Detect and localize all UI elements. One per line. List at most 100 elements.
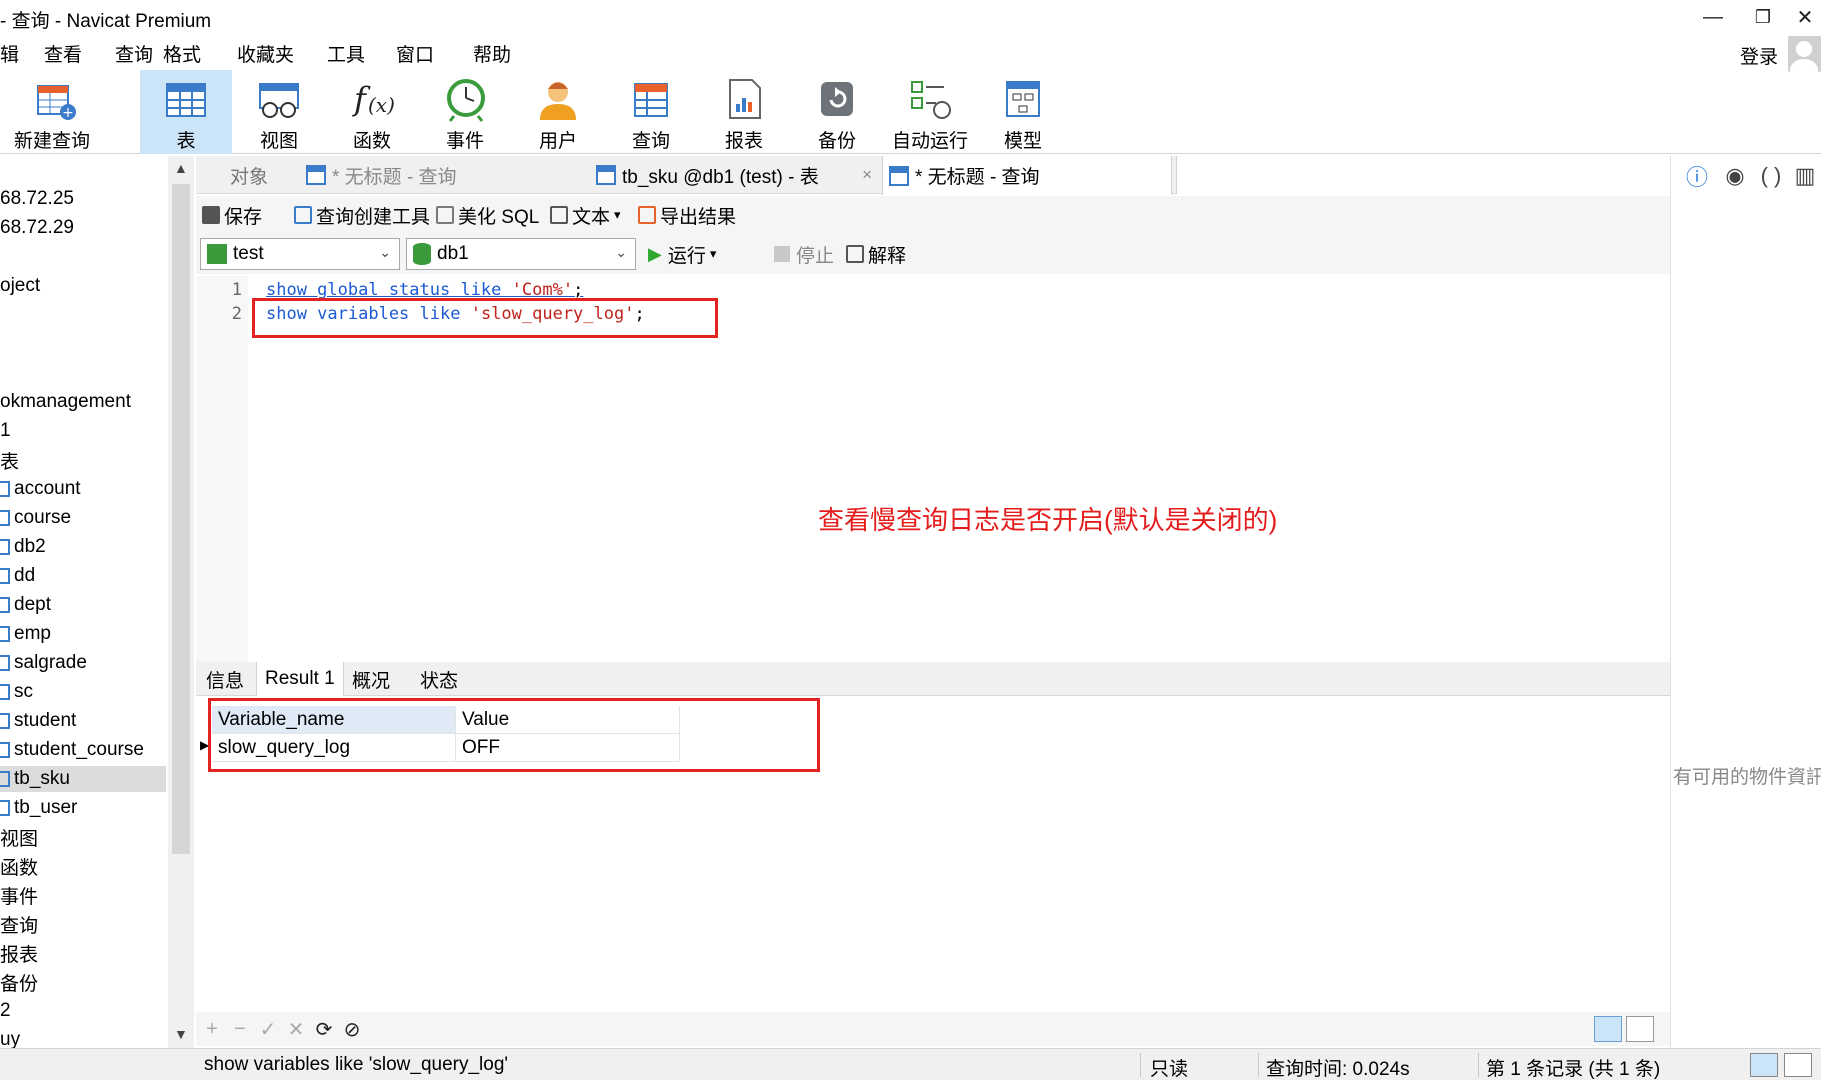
- tool-event[interactable]: 事件: [419, 70, 511, 154]
- tab-objects[interactable]: 对象: [230, 156, 268, 194]
- tool-automation[interactable]: 自动运行: [884, 70, 976, 154]
- status-divider: [1258, 1053, 1259, 1077]
- svg-text:+: +: [62, 105, 74, 121]
- tool-table[interactable]: 表: [140, 70, 232, 154]
- tree-item[interactable]: 表: [0, 447, 19, 473]
- menu-help[interactable]: 帮助: [473, 40, 511, 67]
- table-icon: [0, 568, 10, 584]
- run-button[interactable]: ▶ 运行 ▾: [648, 234, 716, 274]
- export-results-button[interactable]: 导出结果: [638, 196, 736, 234]
- tab-query-untitled[interactable]: * 无标题 - 查询: [300, 156, 457, 194]
- tree-item[interactable]: okmanagement: [0, 389, 131, 415]
- tree-item[interactable]: 2: [0, 998, 11, 1024]
- tool-user[interactable]: 用户: [512, 70, 604, 154]
- tab-label: tb_sku @db1 (test) - 表: [622, 166, 819, 188]
- menu-edit[interactable]: 辑: [0, 40, 19, 67]
- tree-item-table[interactable]: sc: [0, 679, 33, 705]
- menu-tools[interactable]: 工具: [327, 40, 365, 67]
- tab-query-active[interactable]: * 无标题 - 查询: [882, 156, 1172, 195]
- eye-icon[interactable]: ◉: [1721, 162, 1749, 190]
- parens-icon[interactable]: ( ): [1757, 162, 1785, 190]
- builder-label: 查询创建工具: [316, 206, 431, 228]
- tool-query[interactable]: 查询: [605, 70, 697, 154]
- tab-table-tb-sku[interactable]: tb_sku @db1 (test) - 表 ×: [590, 156, 880, 194]
- tree-item-table[interactable]: dept: [0, 592, 51, 618]
- tree-item-table[interactable]: student_course: [0, 737, 144, 763]
- refresh-button[interactable]: ⟳: [310, 1012, 338, 1046]
- menu-query[interactable]: 查询: [115, 40, 153, 67]
- new-query-button[interactable]: + 新建查询: [6, 70, 98, 154]
- tab-info[interactable]: 信息: [206, 662, 244, 696]
- tree-item-table[interactable]: dd: [0, 563, 35, 589]
- query-builder-button[interactable]: 查询创建工具: [294, 196, 430, 234]
- tool-function[interactable]: f (x) 函数: [326, 70, 418, 154]
- discard-changes-button[interactable]: ✕: [282, 1012, 310, 1046]
- tree-item[interactable]: 函数: [0, 853, 38, 879]
- tool-automation-label: 自动运行: [891, 131, 968, 152]
- database-select[interactable]: db1 ⌄: [406, 238, 636, 270]
- tool-model[interactable]: 模型: [977, 70, 1069, 154]
- view-icon: [259, 83, 299, 118]
- explain-label: 解释: [868, 245, 907, 267]
- table-name: student: [14, 710, 77, 731]
- delete-record-button[interactable]: −: [226, 1012, 254, 1046]
- table-name: dept: [14, 594, 51, 615]
- tool-report[interactable]: 报表: [698, 70, 790, 154]
- panel-icon[interactable]: ▥: [1791, 162, 1819, 190]
- tree-item-table[interactable]: student: [0, 708, 76, 734]
- connection-select[interactable]: test ⌄: [200, 238, 400, 270]
- table-name: course: [14, 507, 72, 528]
- layout-left-icon[interactable]: [1750, 1053, 1778, 1077]
- grid-view-icon[interactable]: [1594, 1016, 1622, 1042]
- beautify-sql-button[interactable]: 美化 SQL: [436, 196, 539, 234]
- scroll-up-icon[interactable]: ▲: [174, 160, 188, 176]
- menu-view[interactable]: 查看: [44, 40, 82, 67]
- menu-format[interactable]: 格式: [163, 40, 201, 67]
- tab-profile[interactable]: 概况: [352, 662, 390, 696]
- tree-item[interactable]: 1: [0, 418, 11, 444]
- close-button[interactable]: ✕: [1775, 0, 1821, 34]
- tree-item[interactable]: 查询: [0, 911, 38, 937]
- tree-item[interactable]: 备份: [0, 969, 38, 995]
- save-button[interactable]: 保存: [202, 196, 262, 234]
- status-records: 第 1 条记录 (共 1 条): [1486, 1059, 1661, 1080]
- form-view-icon[interactable]: [1626, 1016, 1654, 1042]
- tree-item[interactable]: 事件: [0, 882, 38, 908]
- tree-item-table[interactable]: db2: [0, 534, 46, 560]
- menu-window[interactable]: 窗口: [396, 40, 434, 67]
- layout-right-icon[interactable]: [1784, 1053, 1812, 1077]
- table-icon: [0, 539, 10, 555]
- tree-item[interactable]: 报表: [0, 940, 38, 966]
- tree-item-table[interactable]: emp: [0, 621, 51, 647]
- tab-status[interactable]: 状态: [420, 662, 458, 696]
- scroll-down-icon[interactable]: ▼: [174, 1026, 188, 1042]
- tool-view[interactable]: 视图: [233, 70, 325, 154]
- info-icon[interactable]: ⓘ: [1683, 162, 1711, 190]
- table-icon: [0, 510, 10, 526]
- login-link[interactable]: 登录: [1740, 42, 1778, 69]
- tree-item[interactable]: 68.72.25: [0, 186, 74, 212]
- stop-button[interactable]: 停止: [774, 234, 834, 274]
- scroll-thumb[interactable]: [172, 184, 190, 854]
- code-line-1[interactable]: show global status like 'Com%';: [266, 280, 583, 300]
- stop-refresh-button[interactable]: ⊘: [338, 1012, 366, 1046]
- tree-item[interactable]: 68.72.29: [0, 215, 74, 241]
- explain-button[interactable]: 解释: [846, 234, 906, 274]
- add-record-button[interactable]: +: [198, 1012, 226, 1046]
- menu-favorites[interactable]: 收藏夹: [237, 40, 294, 67]
- tree-scrollbar[interactable]: ▲ ▼: [168, 156, 194, 1048]
- tree-item[interactable]: 视图: [0, 824, 38, 850]
- text-button[interactable]: 文本 ▾: [550, 196, 621, 234]
- tab-result-1[interactable]: Result 1: [256, 662, 344, 696]
- tree-item[interactable]: oject: [0, 273, 40, 299]
- tree-item-table[interactable]: tb_user: [0, 795, 77, 821]
- tab-close-icon[interactable]: ×: [862, 165, 872, 185]
- tree-item-table-selected[interactable]: tb_sku: [0, 766, 166, 792]
- tree-item-table[interactable]: course: [0, 505, 71, 531]
- tool-backup[interactable]: 备份: [791, 70, 883, 154]
- table-icon: [166, 83, 206, 117]
- apply-changes-button[interactable]: ✓: [254, 1012, 282, 1046]
- avatar[interactable]: [1788, 36, 1821, 72]
- tree-item-table[interactable]: account: [0, 476, 81, 502]
- tree-item-table[interactable]: salgrade: [0, 650, 87, 676]
